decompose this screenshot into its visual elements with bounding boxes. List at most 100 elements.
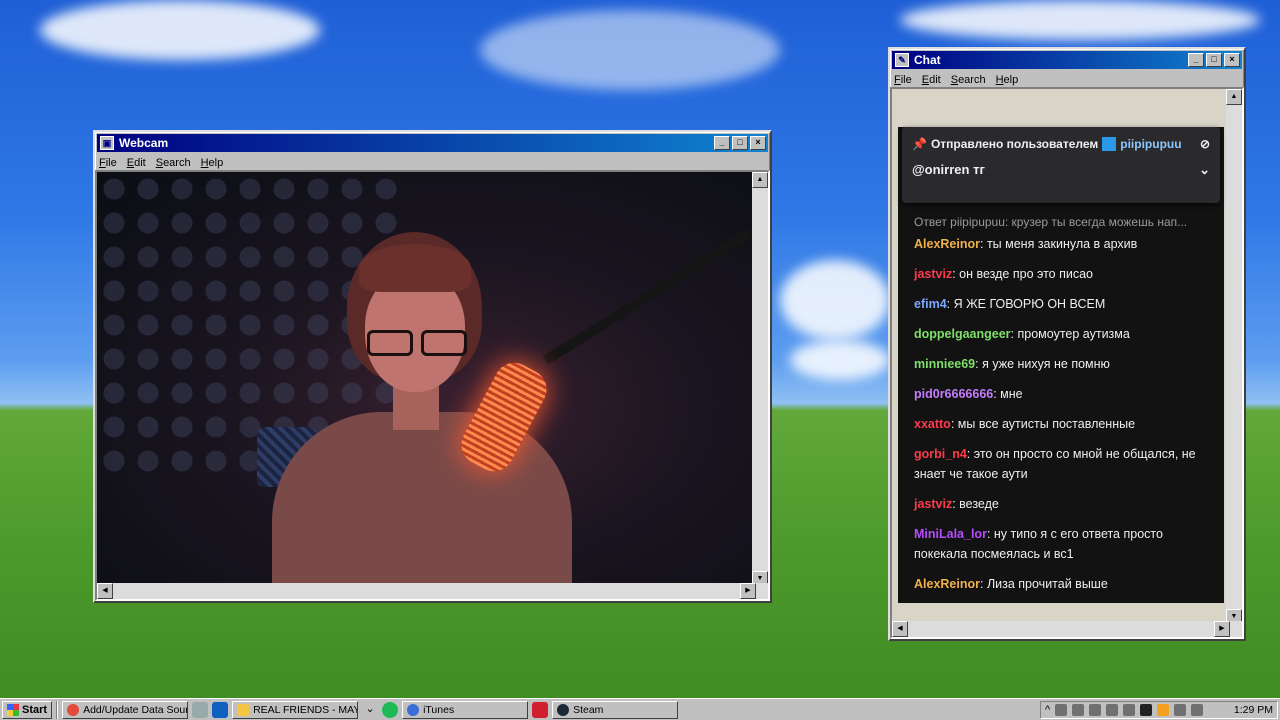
desktop-icon[interactable] bbox=[192, 701, 209, 718]
horizontal-scrollbar[interactable]: ◀ ▶ bbox=[892, 621, 1242, 637]
wallpaper-cloud bbox=[480, 10, 780, 90]
reply-context: Ответ piipipupuu: крузер ты всегда можеш… bbox=[914, 211, 1218, 229]
spotify-icon[interactable] bbox=[382, 701, 399, 718]
chat-text: : Я ЖЕ ГОВОРЮ ОН ВСЕМ bbox=[946, 297, 1106, 311]
maximize-button[interactable]: □ bbox=[1206, 53, 1222, 67]
chat-text: : он везде про это писао bbox=[952, 267, 1094, 281]
tray-app-icon[interactable] bbox=[1174, 704, 1187, 716]
tray-app-icon[interactable] bbox=[1055, 704, 1068, 716]
chat-username[interactable]: AlexReinor bbox=[914, 577, 980, 591]
person-body bbox=[272, 412, 572, 599]
chat-titlebar[interactable]: ✎ Chat _ □ × bbox=[892, 51, 1242, 69]
chat-message: jastviz: он везде про это писао bbox=[914, 259, 1218, 289]
task-label: REAL FRIENDS - MAYB... bbox=[253, 703, 357, 716]
app-icon[interactable] bbox=[532, 701, 549, 718]
menu-file[interactable]: File bbox=[99, 157, 117, 169]
chat-message: jastviz: везеде bbox=[914, 489, 1218, 519]
menu-file[interactable]: File bbox=[894, 74, 912, 86]
minimize-button[interactable]: _ bbox=[714, 136, 730, 150]
menu-search[interactable]: Search bbox=[951, 74, 986, 86]
tray-app-icon[interactable] bbox=[1157, 704, 1170, 716]
chat-message: gorbi_n4: это он просто со мной не общал… bbox=[914, 439, 1218, 489]
wallpaper-cloud bbox=[790, 340, 890, 380]
webcam-feed bbox=[97, 172, 768, 599]
minimize-button[interactable]: _ bbox=[1188, 53, 1204, 67]
chat-text: : я уже нихуя не помню bbox=[975, 357, 1110, 371]
scroll-up-button[interactable]: ▲ bbox=[752, 172, 768, 188]
task-label: Add/Update Data Source... bbox=[83, 703, 189, 716]
chat-text: : везеде bbox=[952, 497, 999, 511]
person-bangs bbox=[359, 244, 471, 292]
chevron-down-icon[interactable]: ⌄ bbox=[1199, 162, 1210, 178]
chat-username[interactable]: AlexReinor bbox=[914, 237, 980, 251]
chat-username[interactable]: doppelgaangeer bbox=[914, 327, 1011, 341]
chat-viewport: 📌 Отправлено пользователем piipipupuu ⊘ … bbox=[890, 87, 1244, 639]
tray-steam-icon[interactable] bbox=[1106, 704, 1119, 716]
chat-text: : Лиза прочитай выше bbox=[980, 577, 1108, 591]
chat-username[interactable]: MiniLala_lor bbox=[914, 527, 987, 541]
pin-icon: 📌 bbox=[912, 137, 927, 151]
start-label: Start bbox=[22, 703, 48, 716]
webcam-window-icon: ▣ bbox=[100, 136, 114, 150]
menu-help[interactable]: Help bbox=[996, 74, 1019, 86]
chat-text: : мы все аутисты поставленные bbox=[950, 417, 1136, 431]
chat-message: pid0r6666666: мне bbox=[914, 379, 1218, 409]
windows-logo-icon bbox=[7, 703, 19, 716]
tray-volume-icon[interactable] bbox=[1123, 704, 1136, 716]
start-button[interactable]: Start bbox=[2, 700, 53, 719]
chat-username[interactable]: efim4 bbox=[914, 297, 947, 311]
hide-pin-icon[interactable]: ⊘ bbox=[1200, 137, 1210, 151]
horizontal-scrollbar[interactable]: ◀ ▶ bbox=[97, 583, 768, 599]
chat-message: AlexReinor: ты меня закинула в архив bbox=[914, 229, 1218, 259]
menu-edit[interactable]: Edit bbox=[922, 74, 941, 86]
webcam-window[interactable]: ▣ Webcam _ □ × File Edit Search Help ▲ ▼… bbox=[93, 130, 772, 603]
chat-text: : ты меня закинула в архив bbox=[980, 237, 1138, 251]
tray-chevron-up-icon[interactable]: ^ bbox=[1045, 704, 1050, 716]
vertical-scrollbar[interactable]: ▲ ▼ bbox=[752, 172, 768, 599]
chat-message: efim4: Я ЖЕ ГОВОРЮ ОН ВСЕМ bbox=[914, 289, 1218, 319]
outlook-icon[interactable] bbox=[212, 701, 229, 718]
wallpaper-cloud bbox=[780, 260, 890, 340]
menu-search[interactable]: Search bbox=[156, 157, 191, 169]
scroll-up-button[interactable]: ▲ bbox=[1226, 89, 1242, 105]
maximize-button[interactable]: □ bbox=[732, 136, 748, 150]
pinned-header: Отправлено пользователем bbox=[930, 137, 1099, 151]
chat-username[interactable]: minniee69 bbox=[914, 357, 975, 371]
chat-message: minniee69: я уже нихуя не помню bbox=[914, 349, 1218, 379]
menu-edit[interactable]: Edit bbox=[127, 157, 146, 169]
chevron-down-icon[interactable]: ⌄ bbox=[362, 702, 378, 718]
close-button[interactable]: × bbox=[750, 136, 766, 150]
chat-title: Chat bbox=[914, 53, 941, 67]
chat-username[interactable]: pid0r6666666 bbox=[914, 387, 993, 401]
chat-text: : мне bbox=[993, 387, 1023, 401]
menu-help[interactable]: Help bbox=[201, 157, 224, 169]
tray-flag-icon[interactable] bbox=[1072, 704, 1085, 716]
scroll-left-button[interactable]: ◀ bbox=[97, 583, 113, 599]
chat-username[interactable]: jastviz bbox=[914, 267, 952, 281]
chat-window[interactable]: ✎ Chat _ □ × File Edit Search Help 📌 Отп… bbox=[888, 47, 1246, 641]
chat-username[interactable]: jastviz bbox=[914, 497, 952, 511]
tray-app-icon[interactable] bbox=[1191, 704, 1204, 716]
chat-message: AlexReinor: Лиза прочитай выше bbox=[914, 569, 1218, 599]
task-label: iTunes bbox=[423, 703, 455, 716]
scroll-left-button[interactable]: ◀ bbox=[892, 621, 908, 637]
vertical-scrollbar[interactable]: ▲ ▼ bbox=[1226, 89, 1242, 637]
webcam-viewport: ▲ ▼ ◀ ▶ bbox=[95, 170, 770, 601]
taskbar-item-steam[interactable]: Steam bbox=[552, 700, 679, 719]
webcam-titlebar[interactable]: ▣ Webcam _ □ × bbox=[97, 134, 768, 152]
folder-icon bbox=[237, 703, 250, 716]
clock[interactable]: 1:29 PM bbox=[1234, 704, 1273, 716]
scroll-right-button[interactable]: ▶ bbox=[740, 583, 756, 599]
pinned-message[interactable]: 📌 Отправлено пользователем piipipupuu ⊘ … bbox=[902, 127, 1220, 203]
chrome-icon bbox=[67, 703, 80, 716]
chat-username[interactable]: xxatto bbox=[914, 417, 951, 431]
tray-network-icon[interactable] bbox=[1089, 704, 1102, 716]
close-button[interactable]: × bbox=[1224, 53, 1240, 67]
task-label: Steam bbox=[573, 703, 604, 716]
taskbar-item-folder[interactable]: REAL FRIENDS - MAYB... bbox=[232, 700, 359, 719]
taskbar-item-itunes[interactable]: iTunes bbox=[402, 700, 529, 719]
scroll-right-button[interactable]: ▶ bbox=[1214, 621, 1230, 637]
chat-username[interactable]: gorbi_n4 bbox=[914, 447, 967, 461]
tray-app-icon[interactable] bbox=[1140, 704, 1153, 716]
taskbar-item-chrome[interactable]: Add/Update Data Source... bbox=[62, 700, 189, 719]
